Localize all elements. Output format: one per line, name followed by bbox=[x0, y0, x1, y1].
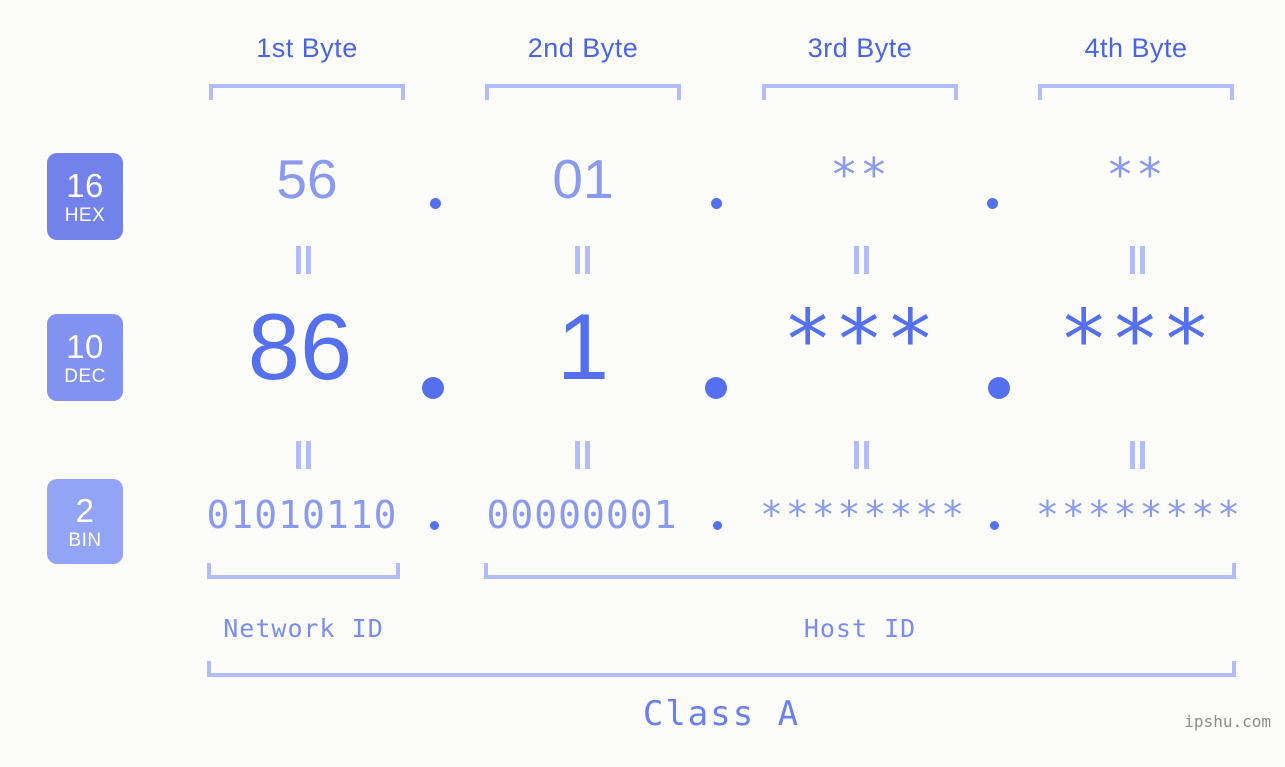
dec-dot-separator-1 bbox=[422, 377, 444, 399]
radix-badge-bin-number: 2 bbox=[75, 491, 95, 529]
equals-mark-dec-bin-4 bbox=[1126, 441, 1148, 469]
equals-mark-hex-dec-3 bbox=[850, 246, 872, 274]
host-id-bracket bbox=[484, 563, 1236, 579]
radix-badge-hex-number: 16 bbox=[66, 166, 104, 204]
radix-badge-bin-unit: BIN bbox=[68, 529, 102, 551]
radix-badge-dec-number: 10 bbox=[66, 327, 104, 365]
ip-address-breakdown-diagram: 1st Byte 2nd Byte 3rd Byte 4th Byte 16 H… bbox=[0, 0, 1285, 767]
equals-mark-hex-dec-1 bbox=[292, 246, 314, 274]
site-watermark: ipshu.com bbox=[1184, 712, 1271, 731]
byte-bracket-2 bbox=[485, 84, 681, 100]
byte-header-label-1: 1st Byte bbox=[256, 33, 358, 63]
dec-byte-1: 86 bbox=[247, 294, 353, 399]
class-caption: Class A bbox=[642, 694, 801, 734]
host-id-caption: Host ID bbox=[803, 614, 917, 643]
dec-dot-separator-3 bbox=[988, 377, 1010, 399]
equals-mark-dec-bin-2 bbox=[571, 441, 593, 469]
hex-dot-separator-3 bbox=[987, 198, 998, 209]
equals-mark-dec-bin-3 bbox=[850, 441, 872, 469]
hex-byte-2: 01 bbox=[552, 148, 614, 210]
network-id-bracket bbox=[207, 563, 400, 579]
equals-mark-dec-bin-1 bbox=[292, 441, 314, 469]
radix-badge-bin: 2 BIN bbox=[47, 479, 123, 564]
hex-byte-1: 56 bbox=[276, 148, 338, 210]
byte-header-label-3: 3rd Byte bbox=[807, 33, 913, 63]
hex-dot-separator-1 bbox=[430, 198, 441, 209]
byte-bracket-3 bbox=[762, 84, 958, 100]
bin-byte-4: ******** bbox=[1036, 493, 1244, 537]
byte-bracket-4 bbox=[1038, 84, 1234, 100]
bin-dot-separator-3 bbox=[990, 521, 999, 530]
class-bracket bbox=[207, 661, 1236, 677]
radix-badge-dec-unit: DEC bbox=[64, 365, 106, 387]
hex-byte-3: ** bbox=[830, 148, 890, 202]
dec-byte-4: *** bbox=[1058, 293, 1214, 388]
bin-dot-separator-2 bbox=[713, 521, 722, 530]
hex-dot-separator-2 bbox=[711, 198, 722, 209]
bin-byte-3: ******** bbox=[760, 493, 968, 537]
radix-badge-hex-unit: HEX bbox=[64, 204, 106, 226]
byte-header-label-4: 4th Byte bbox=[1084, 33, 1188, 63]
bin-byte-2: 00000001 bbox=[486, 493, 678, 537]
network-id-caption: Network ID bbox=[223, 614, 384, 643]
radix-badge-dec: 10 DEC bbox=[47, 314, 123, 401]
dec-byte-2: 1 bbox=[556, 294, 610, 399]
byte-bracket-1 bbox=[209, 84, 405, 100]
bin-byte-1: 01010110 bbox=[206, 493, 398, 537]
equals-mark-hex-dec-2 bbox=[571, 246, 593, 274]
radix-badge-hex: 16 HEX bbox=[47, 153, 123, 240]
dec-byte-3: *** bbox=[782, 293, 938, 388]
equals-mark-hex-dec-4 bbox=[1126, 246, 1148, 274]
byte-header-label-2: 2nd Byte bbox=[527, 33, 639, 63]
dec-dot-separator-2 bbox=[705, 377, 727, 399]
bin-dot-separator-1 bbox=[430, 521, 439, 530]
hex-byte-4: ** bbox=[1106, 148, 1166, 202]
